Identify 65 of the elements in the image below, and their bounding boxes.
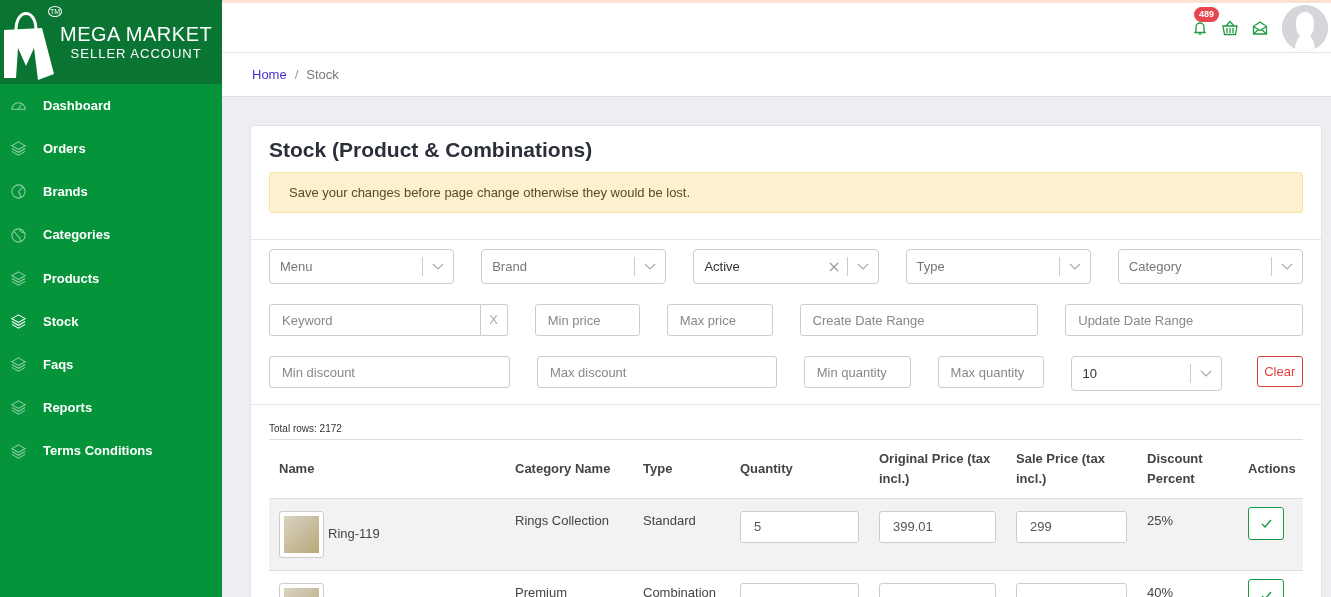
select-field[interactable]: Menu — [269, 249, 455, 284]
sidebar-item[interactable]: Products — [0, 256, 222, 300]
category-name: Rings Collection — [515, 512, 609, 528]
page-title: Stock (Product & Combinations) — [269, 137, 594, 163]
sidebar-item[interactable]: Dashboard — [0, 84, 222, 128]
column-header: Quantity — [730, 440, 869, 498]
sidebar-item[interactable]: Terms Conditions — [0, 429, 222, 473]
input-field[interactable]: Create Date Range — [799, 304, 1039, 336]
sidebar-item[interactable]: Faqs — [0, 343, 222, 387]
sidebar-item[interactable]: Brands — [0, 170, 222, 214]
select-field[interactable]: Brand — [481, 249, 667, 284]
warning-alert: Save your changes before page change otherwise they would be lost. — [269, 171, 1303, 213]
input-field[interactable]: Keyword — [269, 304, 481, 336]
product-name: Ring-119 — [328, 525, 380, 544]
chevron-down-icon — [1068, 262, 1081, 271]
clear-button[interactable]: Clear — [1256, 356, 1303, 387]
discount-percent: 25% — [1147, 512, 1174, 528]
breadcrumb-current: Stock — [306, 65, 339, 84]
logo-title: MEGA MARKET — [60, 24, 213, 44]
column-header: Discount Percent — [1137, 440, 1238, 498]
column-header: Type — [633, 440, 730, 498]
sidebar-item[interactable]: Reports — [0, 386, 222, 430]
check-icon — [1260, 590, 1272, 597]
sidebar-item[interactable]: Stock — [0, 299, 222, 344]
check-icon — [1260, 518, 1272, 528]
input-field[interactable]: Min quantity — [803, 356, 911, 388]
discount-percent: 40% — [1147, 584, 1174, 597]
chevron-down-icon — [644, 262, 657, 271]
input-field[interactable]: Max quantity — [937, 356, 1045, 388]
input-field[interactable]: 399.01 — [879, 510, 996, 543]
input-field[interactable]: Max price — [666, 304, 773, 336]
total-rows: Total rows: 2172 — [269, 421, 1303, 440]
input-field[interactable]: Min discount — [269, 356, 510, 388]
chevron-down-icon — [1281, 262, 1293, 271]
chevron-down-icon — [856, 262, 869, 271]
product-type: Standard — [643, 512, 696, 528]
sidebar-item[interactable]: Categories — [0, 213, 222, 257]
chevron-down-icon — [432, 262, 445, 271]
column-header: Actions — [1238, 440, 1303, 498]
breadcrumb-link[interactable]: Home — [252, 64, 287, 85]
category-name: Premium — [515, 584, 567, 597]
chevron-down-icon — [1199, 369, 1212, 378]
input-field[interactable]: 5 — [740, 510, 859, 543]
save-button[interactable] — [1248, 506, 1284, 540]
logo-subtitle: SELLER ACCOUNT — [70, 47, 202, 60]
sidebar-item[interactable]: Orders — [0, 127, 222, 171]
select-field[interactable]: 10 — [1071, 356, 1222, 391]
product-type: Combination — [643, 584, 716, 597]
notification-count: 489 — [1194, 6, 1220, 23]
column-header: Original Price (tax incl.) — [869, 440, 1006, 498]
column-header: Sale Price (tax incl.) — [1006, 440, 1137, 498]
breadcrumb-separator: / — [294, 65, 299, 84]
select-field[interactable]: Type — [905, 249, 1091, 284]
input-field[interactable]: Max discount — [536, 356, 777, 388]
input-field[interactable]: Update Date Range — [1065, 304, 1303, 336]
input-field[interactable]: 299 — [1016, 510, 1127, 543]
input-field[interactable]: Min price — [534, 304, 640, 336]
select-field[interactable]: Category — [1117, 249, 1303, 284]
bell-icon[interactable] — [1192, 20, 1208, 37]
column-header: Name — [269, 440, 505, 498]
column-header: Category Name — [505, 440, 633, 498]
basket-icon[interactable] — [1222, 19, 1238, 36]
envelope-icon[interactable] — [1252, 19, 1268, 36]
clear-button[interactable]: X — [480, 304, 508, 336]
select-field[interactable]: Active — [693, 249, 879, 284]
